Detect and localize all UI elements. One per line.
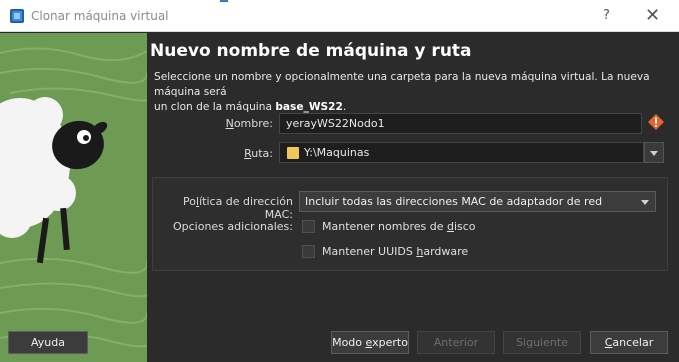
expert-mode-button[interactable]: Modo experto <box>331 331 409 354</box>
back-button[interactable]: Anterior <box>417 331 495 354</box>
name-input[interactable]: yerayWS22Nodo1 <box>279 113 642 134</box>
source-vm-name: base_WS22 <box>275 101 343 113</box>
page-heading: Nuevo nombre de máquina y ruta <box>150 41 472 61</box>
name-label: Nombre: <box>225 117 273 130</box>
focus-indicator <box>220 0 228 2</box>
wizard-illustration <box>0 33 147 362</box>
keep-disk-names-checkbox[interactable] <box>302 220 315 233</box>
path-dropdown-button[interactable] <box>644 142 664 163</box>
mac-policy-select[interactable]: Incluir todas las direcciones MAC de ada… <box>299 191 656 212</box>
keep-uuids-label[interactable]: Mantener UUIDS hardware <box>322 245 468 258</box>
wizard-page: Nuevo nombre de máquina y ruta Seleccion… <box>147 33 679 362</box>
window-title: Clonar máquina virtual <box>31 9 169 23</box>
sheep-illustration <box>0 33 147 362</box>
path-label: Ruta: <box>244 147 273 160</box>
keep-disk-names-label[interactable]: Mantener nombres de disco <box>322 220 476 233</box>
virtualbox-icon <box>10 9 24 23</box>
path-value: Y:\Maquinas <box>304 146 370 159</box>
title-bar: Clonar máquina virtual ? ✕ <box>0 0 679 32</box>
page-description: Seleccione un nombre y opcionalmente una… <box>154 71 650 113</box>
options-group: Política de dirección MAC: Incluir todas… <box>152 177 668 271</box>
keep-uuids-checkbox[interactable] <box>302 245 315 258</box>
close-button[interactable]: ✕ <box>645 5 660 26</box>
help-title-button[interactable]: ? <box>603 8 610 23</box>
next-button[interactable]: Siguiente <box>503 331 581 354</box>
additional-options-label: Opciones adicionales: <box>172 220 293 233</box>
mac-policy-label: Política de dirección MAC: <box>183 195 293 221</box>
chevron-down-icon <box>641 200 649 205</box>
cancel-button[interactable]: Cancelar <box>590 331 668 354</box>
warning-icon <box>648 114 664 130</box>
folder-icon <box>287 147 299 159</box>
path-selector[interactable]: Y:\Maquinas <box>279 142 644 163</box>
help-button[interactable]: Ayuda <box>8 331 88 354</box>
